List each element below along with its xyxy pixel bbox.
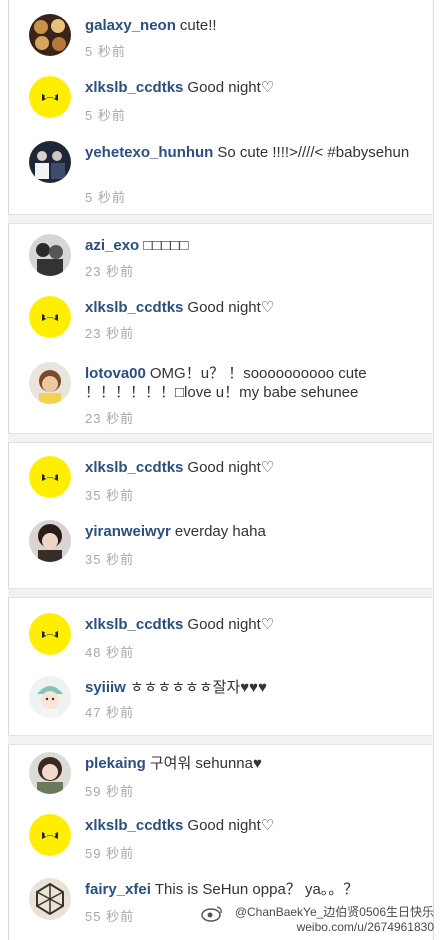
timestamp: 59 秒前 bbox=[85, 784, 135, 799]
timestamp: 48 秒前 bbox=[85, 645, 135, 660]
comment-text-line: azi_exo □□□□□ bbox=[85, 236, 410, 255]
exo-logo-avatar[interactable] bbox=[29, 878, 71, 920]
child-photo-avatar[interactable] bbox=[29, 362, 71, 404]
comment-text: everday haha bbox=[174, 523, 266, 540]
yellow-logo-avatar[interactable] bbox=[29, 613, 71, 655]
comment-item: galaxy_neon cute!! 5 秒前 bbox=[0, 14, 440, 76]
comment-text-line: xlkslb_ccdtks Good night♡ bbox=[85, 816, 410, 835]
yellow-logo-avatar[interactable] bbox=[29, 814, 71, 856]
cartoon-avatar[interactable] bbox=[29, 676, 71, 718]
comment-item: xlkslb_ccdtks Good night♡ 35 秒前 bbox=[0, 456, 440, 518]
comment-text-line: lotova00 OMG！u？ ！soooooooooo cute ！！！！！！□… bbox=[85, 364, 410, 402]
comment-text-line: yiranweiwyr everday haha bbox=[85, 522, 410, 541]
comment-text-line: xlkslb_ccdtks Good night♡ bbox=[85, 78, 410, 97]
comment-text: This is SeHun oppa？ ya。。？ bbox=[154, 881, 359, 898]
timestamp: 47 秒前 bbox=[85, 705, 135, 720]
username[interactable]: galaxy_neon bbox=[85, 17, 176, 34]
comment-item: lotova00 OMG！u？ ！soooooooooo cute ！！！！！！□… bbox=[0, 362, 440, 426]
username[interactable]: azi_exo bbox=[85, 237, 139, 254]
group-photo-avatar[interactable] bbox=[29, 141, 71, 183]
comment-item: yehetexo_hunhun So cute !!!!>////< #babys… bbox=[0, 141, 440, 205]
comment-text: Good night♡ bbox=[187, 459, 275, 476]
watermark-url: weibo.com/u/2674961830 bbox=[296, 920, 434, 934]
comment-text-line: xlkslb_ccdtks Good night♡ bbox=[85, 298, 410, 317]
comment-text: So cute !!!!>////< #babysehun bbox=[217, 144, 410, 161]
username[interactable]: lotova00 bbox=[85, 365, 146, 382]
timestamp: 35 秒前 bbox=[85, 552, 135, 567]
comment-text-line: fairy_xfei This is SeHun oppa？ ya。。？ bbox=[85, 880, 410, 899]
timestamp: 55 秒前 bbox=[85, 909, 135, 924]
username[interactable]: yehetexo_hunhun bbox=[85, 144, 213, 161]
weibo-icon bbox=[201, 906, 222, 922]
comment-item: plekaing 구여워 sehunna♥ 59 秒前 bbox=[0, 752, 440, 814]
comment-text: Good night♡ bbox=[187, 817, 275, 834]
yellow-logo-avatar[interactable] bbox=[29, 296, 71, 338]
comment-text-line: syiiiw ㅎㅎㅎㅎㅎㅎ잘자♥♥♥ bbox=[85, 678, 410, 697]
timestamp: 5 秒前 bbox=[85, 108, 126, 123]
comment-text: □□□□□ bbox=[143, 237, 189, 254]
section-divider bbox=[8, 214, 432, 224]
timestamp: 23 秒前 bbox=[85, 264, 135, 279]
timestamp: 59 秒前 bbox=[85, 846, 135, 861]
comment-text: 구여워 sehunna♥ bbox=[149, 755, 262, 772]
username[interactable]: yiranweiwyr bbox=[85, 523, 171, 540]
woman-photo-avatar[interactable] bbox=[29, 752, 71, 794]
comment-text-line: xlkslb_ccdtks Good night♡ bbox=[85, 615, 410, 634]
comment-item: syiiiw ㅎㅎㅎㅎㅎㅎ잘자♥♥♥ 47 秒前 bbox=[0, 676, 440, 738]
comment-text-line: yehetexo_hunhun So cute !!!!>////< #babys… bbox=[85, 143, 410, 162]
timestamp: 5 秒前 bbox=[85, 190, 126, 205]
comment-text-line: plekaing 구여워 sehunna♥ bbox=[85, 754, 410, 773]
comment-text-line: xlkslb_ccdtks Good night♡ bbox=[85, 458, 410, 477]
username[interactable]: xlkslb_ccdtks bbox=[85, 616, 183, 633]
yellow-logo-avatar[interactable] bbox=[29, 76, 71, 118]
section-divider bbox=[8, 433, 432, 443]
comment-text: cute!! bbox=[179, 17, 217, 34]
comment-text: Good night♡ bbox=[187, 616, 275, 633]
comment-item: xlkslb_ccdtks Good night♡ 5 秒前 bbox=[0, 76, 440, 138]
comment-item: xlkslb_ccdtks Good night♡ 23 秒前 bbox=[0, 296, 440, 358]
comment-item: yiranweiwyr everday haha 35 秒前 bbox=[0, 520, 440, 582]
username[interactable]: xlkslb_ccdtks bbox=[85, 459, 183, 476]
comment-item: xlkslb_ccdtks Good night♡ 48 秒前 bbox=[0, 613, 440, 675]
timestamp: 5 秒前 bbox=[85, 44, 126, 59]
comment-text: ㅎㅎㅎㅎㅎㅎ잘자♥♥♥ bbox=[129, 679, 267, 696]
section-divider bbox=[8, 588, 432, 598]
username[interactable]: xlkslb_ccdtks bbox=[85, 817, 183, 834]
username[interactable]: xlkslb_ccdtks bbox=[85, 299, 183, 316]
bw-photo-avatar[interactable] bbox=[29, 234, 71, 276]
username[interactable]: plekaing bbox=[85, 755, 146, 772]
username[interactable]: xlkslb_ccdtks bbox=[85, 79, 183, 96]
username[interactable]: syiiiw bbox=[85, 679, 126, 696]
food-photo-avatar[interactable] bbox=[29, 14, 71, 56]
username[interactable]: fairy_xfei bbox=[85, 881, 151, 898]
comment-text: Good night♡ bbox=[187, 299, 275, 316]
comment-item: xlkslb_ccdtks Good night♡ 59 秒前 bbox=[0, 814, 440, 876]
comment-text: Good night♡ bbox=[187, 79, 275, 96]
timestamp: 35 秒前 bbox=[85, 488, 135, 503]
timestamp: 23 秒前 bbox=[85, 411, 135, 426]
yellow-logo-avatar[interactable] bbox=[29, 456, 71, 498]
timestamp: 23 秒前 bbox=[85, 326, 135, 341]
girl-photo-avatar[interactable] bbox=[29, 520, 71, 562]
comment-text-line: galaxy_neon cute!! bbox=[85, 16, 410, 35]
comment-item: azi_exo □□□□□ 23 秒前 bbox=[0, 234, 440, 296]
watermark-handle: @ChanBaekYe_边伯贤0506生日快乐 bbox=[234, 905, 434, 919]
